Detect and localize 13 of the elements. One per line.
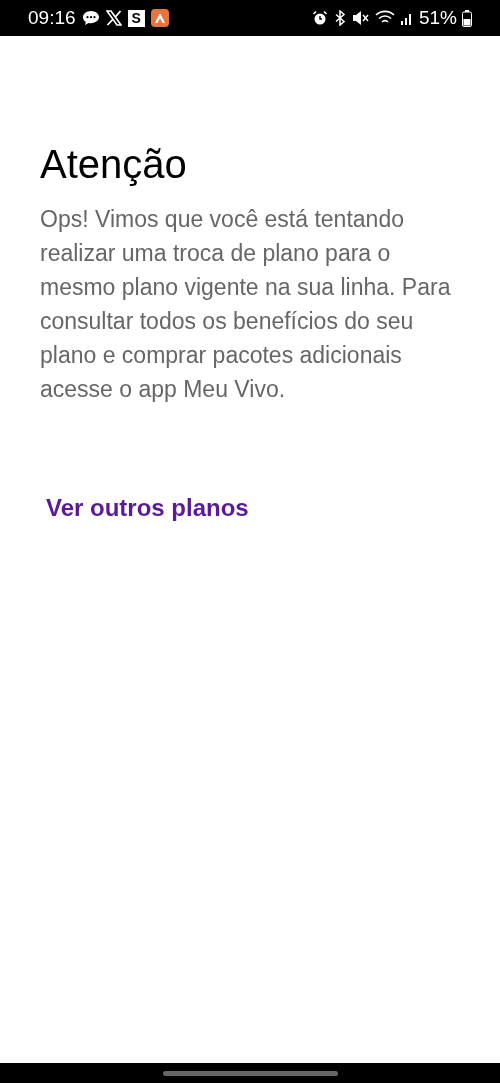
other-plans-link[interactable]: Ver outros planos bbox=[46, 490, 249, 526]
clock: 09:16 bbox=[28, 5, 76, 30]
alarm-icon bbox=[311, 10, 328, 26]
dialog-title: Atenção bbox=[40, 141, 188, 188]
x-logo-icon bbox=[105, 10, 122, 26]
chat-bubble-icon bbox=[81, 10, 100, 26]
mute-icon bbox=[351, 10, 370, 26]
battery-percentage: 51% bbox=[418, 5, 457, 30]
app-notification-icon bbox=[150, 9, 169, 27]
app-badge: S bbox=[127, 9, 145, 27]
message-text: Ops! Vimos que você está tentando realizar uma troca de plano para o mesmo plano vigente na sua linha. Para consultar todos os benefícios do seu plano e comprar pacotes adicionais acesse o app Meu Vivo. bbox=[40, 205, 452, 404]
home-indicator[interactable] bbox=[162, 1070, 338, 1076]
battery-icon bbox=[462, 9, 472, 27]
